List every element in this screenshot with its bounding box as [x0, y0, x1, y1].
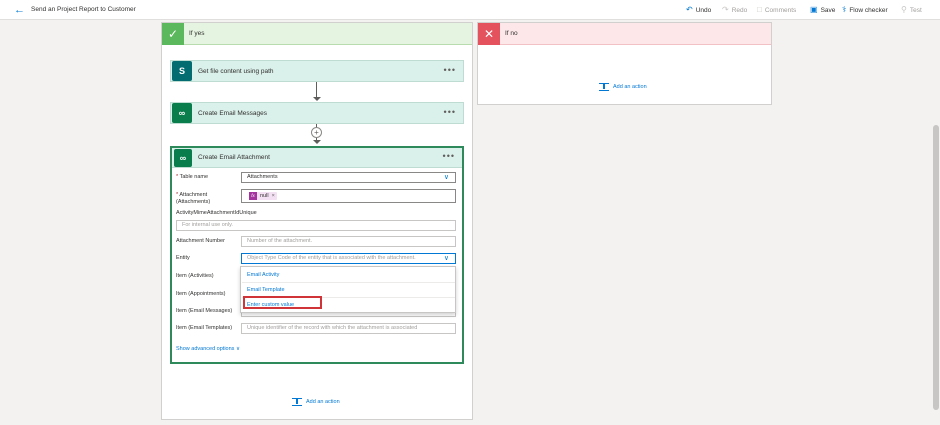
action-get-file-content[interactable]: S Get file content using path ••• [170, 60, 464, 82]
comments-label: Comments [764, 6, 797, 14]
branch-if-no: ✕ If no [477, 22, 772, 105]
expression-icon: fx [249, 192, 257, 200]
item-email-messages-label: Item (Email Messages) [176, 308, 233, 314]
connector-line [316, 82, 317, 97]
add-action-yes-branch[interactable]: Add an action [292, 398, 340, 406]
undo-button[interactable]: ↶ Undo [686, 4, 711, 16]
entity-dropdown-menu: Email Activity Email Template Enter cust… [240, 266, 456, 313]
comment-icon: □ [757, 5, 762, 14]
save-button[interactable]: ▣ Save [810, 4, 835, 16]
branch-if-no-header[interactable]: ✕ If no [478, 22, 771, 45]
add-action-icon [292, 398, 302, 406]
dropdown-option-email-activity[interactable]: Email Activity [247, 272, 279, 279]
arrow-down-icon [313, 97, 321, 101]
chevron-down-icon: ∨ [443, 255, 449, 262]
mime-input[interactable]: For internal use only. [176, 220, 456, 231]
comments-button[interactable]: □ Comments [757, 4, 796, 16]
table-name-select[interactable]: Attachments ∨ [241, 172, 456, 183]
redo-label: Redo [731, 6, 748, 14]
checkmark-icon: ✓ [162, 22, 184, 45]
flow-checker-label: Flow checker [849, 6, 888, 14]
arrow-left-icon[interactable]: ← [14, 4, 26, 16]
stethoscope-icon: ⚕ [842, 5, 847, 14]
branch-if-yes-label: If yes [189, 30, 205, 37]
scrollbar-thumb[interactable] [933, 125, 939, 410]
test-button[interactable]: ⚲ Test [901, 4, 922, 16]
flask-icon: ⚲ [901, 5, 907, 14]
entity-label: Entity [176, 255, 190, 261]
undo-label: Undo [695, 6, 712, 14]
table-name-label: * Table name [176, 174, 209, 180]
dropdown-option-email-template[interactable]: Email Template [247, 287, 285, 294]
action-header[interactable]: ∞ Create Email Attachment ••• [172, 148, 462, 168]
flow-title: Send an Project Report to Customer [31, 6, 136, 13]
sharepoint-icon: S [172, 61, 192, 81]
redo-button[interactable]: ↷ Redo [722, 4, 747, 16]
dynamic-content-token[interactable]: fx null × [249, 192, 277, 200]
remove-token-icon[interactable]: × [272, 192, 277, 201]
undo-icon: ↶ [686, 5, 693, 14]
action-title: Create Email Messages [198, 109, 267, 117]
item-email-templates-input[interactable]: Unique identifier of the record with whi… [241, 323, 456, 334]
item-appointments-label: Item (Appointments) [176, 291, 226, 297]
highlight-box [243, 296, 322, 309]
action-title: Create Email Attachment [198, 154, 270, 161]
mime-label: ActivityMimeAttachmentIdUnique [176, 210, 257, 216]
attachment-label: * Attachment (Attachments) [176, 192, 211, 205]
dataverse-icon: ∞ [174, 148, 192, 167]
action-create-email-messages[interactable]: ∞ Create Email Messages ••• [170, 102, 464, 124]
attachment-number-label: Attachment Number [176, 238, 225, 244]
item-email-templates-label: Item (Email Templates) [176, 325, 233, 331]
more-options-icon[interactable]: ••• [444, 107, 456, 117]
branch-if-no-label: If no [505, 30, 518, 37]
more-options-icon[interactable]: ••• [443, 151, 455, 161]
top-bar: ← Send an Project Report to Customer ↶ U… [0, 0, 940, 20]
branch-if-yes-header[interactable]: ✓ If yes [162, 22, 472, 45]
test-label: Test [909, 6, 922, 14]
add-action-label: Add an action [306, 399, 340, 405]
add-action-no-branch[interactable]: Add an action [599, 83, 647, 91]
show-advanced-options-link[interactable]: Show advanced options ∨ [176, 346, 240, 352]
action-title: Get file content using path [198, 67, 274, 75]
close-icon: ✕ [478, 22, 500, 45]
flow-checker-button[interactable]: ⚕ Flow checker [842, 4, 888, 16]
save-label: Save [820, 6, 836, 14]
dropdown-divider [242, 282, 455, 283]
attachment-number-input[interactable]: Number of the attachment. [241, 236, 456, 247]
insert-step-plus-icon[interactable]: + [311, 127, 322, 138]
item-activities-label: Item (Activities) [176, 273, 214, 279]
chevron-down-icon: ∨ [443, 174, 449, 181]
chevron-down-icon: ∨ [235, 346, 240, 352]
dataverse-icon: ∞ [172, 103, 192, 123]
more-options-icon[interactable]: ••• [444, 65, 456, 75]
add-action-icon [599, 83, 609, 91]
entity-select[interactable]: Object Type Code of the entity that is a… [241, 253, 456, 264]
arrow-down-icon [313, 140, 321, 144]
attachment-input[interactable]: fx null × [241, 189, 456, 203]
save-icon: ▣ [810, 5, 818, 14]
redo-icon: ↷ [722, 5, 729, 14]
add-action-label: Add an action [613, 84, 647, 90]
